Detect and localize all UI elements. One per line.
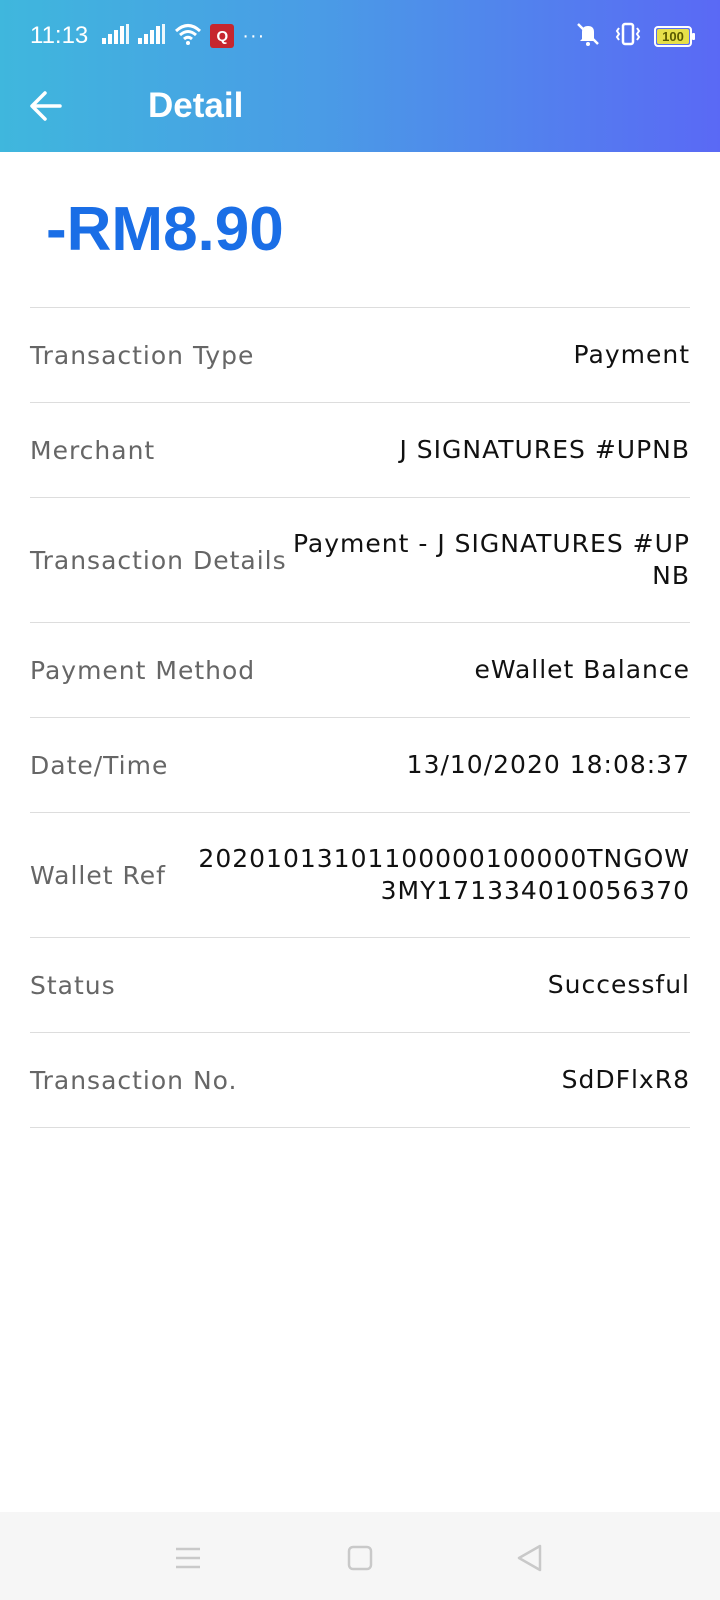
detail-row-merchant: Merchant J SIGNATURES #UPNB: [30, 403, 690, 498]
battery-icon: 100: [654, 25, 695, 47]
detail-label: Transaction No.: [30, 1065, 238, 1095]
signal-icon: [138, 23, 166, 49]
detail-value: Payment - J SIGNATURES #UPNB: [292, 529, 690, 590]
signal-icon: [102, 23, 130, 49]
home-button[interactable]: [338, 1536, 382, 1580]
details-list: Transaction Type Payment Merchant J SIGN…: [30, 307, 690, 1128]
detail-row-status: Status Successful: [30, 938, 690, 1033]
detail-label: Status: [30, 970, 116, 1000]
detail-label: Merchant: [30, 435, 156, 465]
status-left: 11:13 Q ···: [30, 20, 265, 52]
detail-value: eWallet Balance: [474, 655, 690, 684]
detail-value: Payment: [573, 340, 690, 369]
more-notifications-icon: ···: [242, 24, 266, 47]
mute-icon: [574, 21, 602, 52]
status-right: 100: [574, 20, 695, 52]
home-icon: [347, 1545, 373, 1571]
system-nav-bar: [0, 1512, 720, 1600]
detail-row-transaction-type: Transaction Type Payment: [30, 308, 690, 403]
back-triangle-icon: [517, 1544, 542, 1572]
detail-label: Wallet Ref: [30, 860, 166, 890]
detail-value: 20201013101100000100000TNGOW3MY171334010…: [198, 844, 690, 905]
detail-row-date-time: Date/Time 13/10/2020 18:08:37: [30, 718, 690, 813]
arrow-left-icon: [30, 91, 62, 121]
menu-icon: [176, 1547, 200, 1569]
back-button[interactable]: [24, 84, 68, 128]
detail-row-payment-method: Payment Method eWallet Balance: [30, 623, 690, 718]
nav-bar: Detail: [0, 72, 720, 152]
wifi-icon: [174, 23, 202, 50]
detail-value: J SIGNATURES #UPNB: [399, 435, 690, 464]
page-title: Detail: [148, 86, 244, 125]
detail-value: SdDFlxR8: [561, 1065, 690, 1094]
detail-row-transaction-details: Transaction Details Payment - J SIGNATUR…: [30, 498, 690, 623]
status-bar: 11:13 Q ··· 100: [0, 0, 720, 72]
vibrate-icon: [614, 21, 642, 52]
detail-row-transaction-no: Transaction No. SdDFlxR8: [30, 1033, 690, 1128]
detail-label: Transaction Details: [30, 545, 287, 575]
app-header: 11:13 Q ··· 100 Detail: [0, 0, 720, 152]
detail-label: Date/Time: [30, 750, 169, 780]
app-notification-icon: Q: [210, 24, 235, 48]
recent-apps-button[interactable]: [166, 1536, 210, 1580]
system-back-button[interactable]: [508, 1536, 552, 1580]
status-time: 11:13: [30, 22, 89, 49]
transaction-amount: -RM8.90: [46, 195, 284, 264]
detail-row-wallet-ref: Wallet Ref 20201013101100000100000TNGOW3…: [30, 813, 690, 938]
detail-label: Transaction Type: [30, 340, 255, 370]
battery-percent: 100: [662, 28, 684, 44]
battery-nub: [692, 32, 695, 40]
detail-label: Payment Method: [30, 655, 256, 685]
detail-value: Successful: [547, 970, 690, 999]
detail-value: 13/10/2020 18:08:37: [406, 750, 690, 779]
